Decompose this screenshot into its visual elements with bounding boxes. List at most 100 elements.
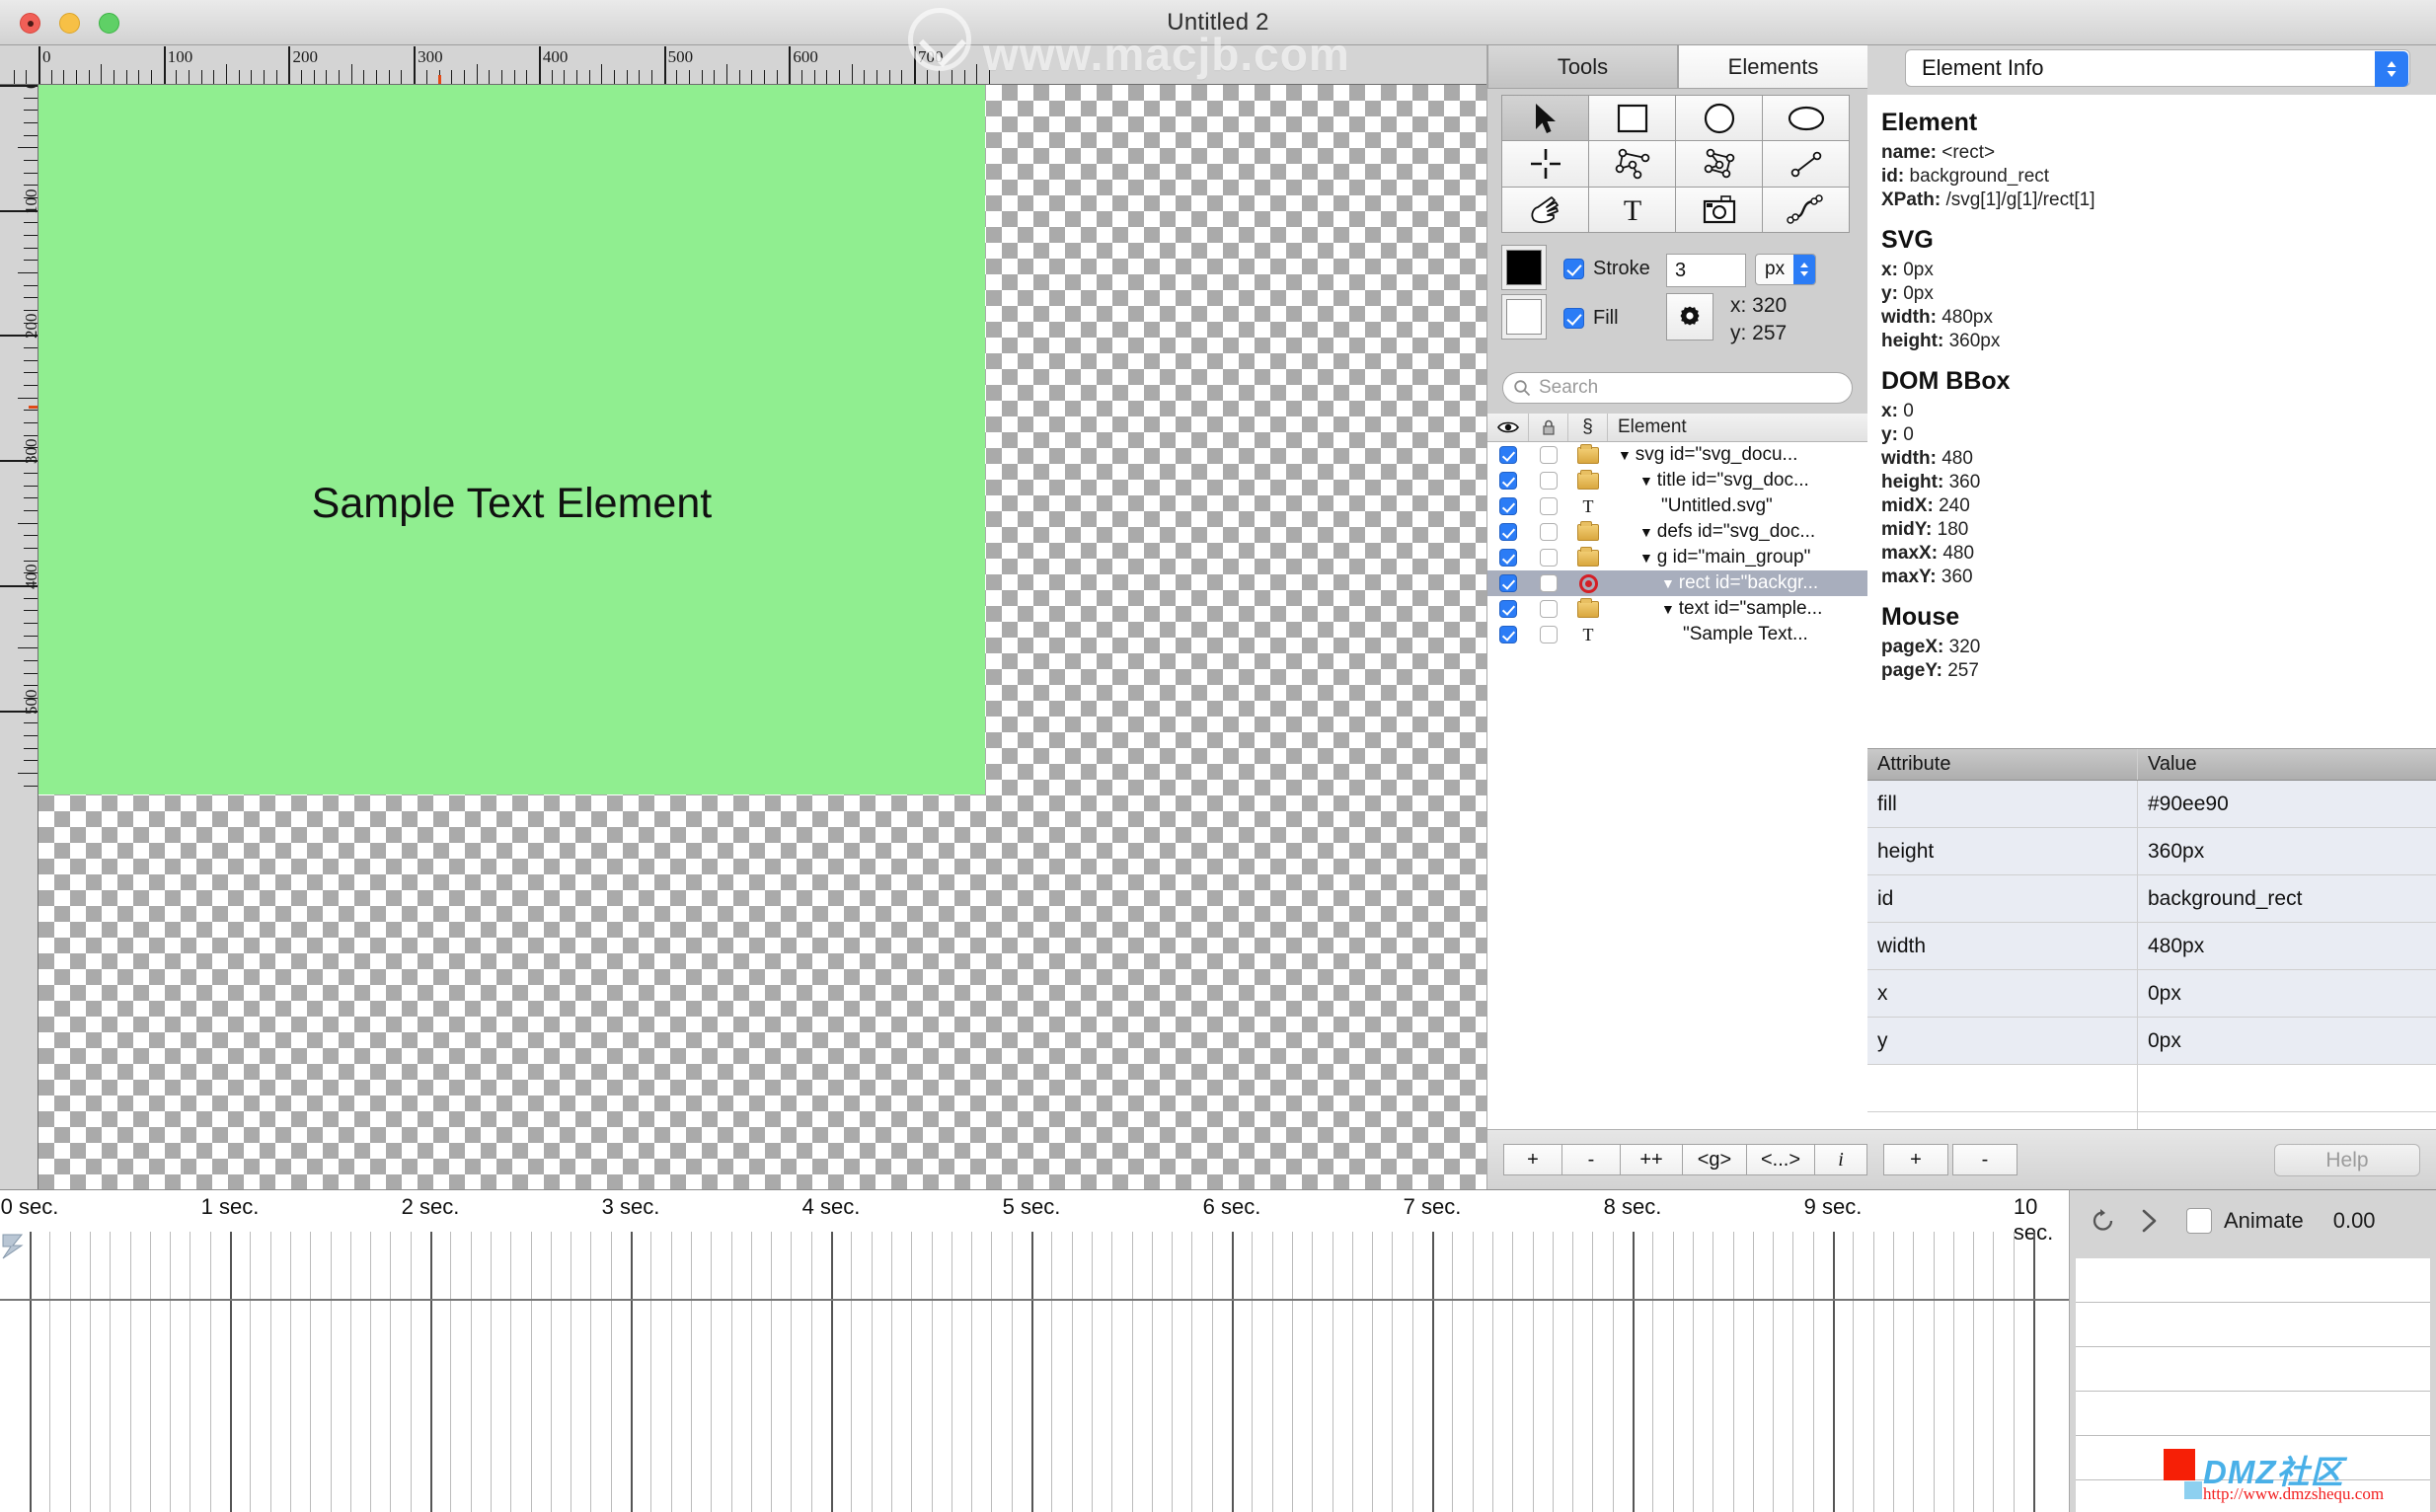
- table-row[interactable]: y 0px: [1867, 1018, 2436, 1065]
- duplicate-element-button[interactable]: ++: [1620, 1144, 1683, 1175]
- fill-checkbox[interactable]: [1563, 308, 1584, 329]
- curve-tool[interactable]: [1763, 187, 1849, 232]
- line-tool[interactable]: [1763, 141, 1849, 187]
- attribute-table[interactable]: Attribute Value fill #90ee90 height 360px id…: [1867, 748, 2436, 1129]
- lock-checkbox[interactable]: [1529, 545, 1568, 570]
- hand-tool[interactable]: [1502, 187, 1588, 232]
- polygon-tool[interactable]: [1676, 141, 1762, 187]
- polyline-tool[interactable]: [1589, 141, 1675, 187]
- timeline-gridline: [1452, 1232, 1454, 1512]
- circle-tool[interactable]: [1676, 96, 1762, 141]
- group-button[interactable]: <g>: [1682, 1144, 1747, 1175]
- table-row[interactable]: [1867, 1112, 2436, 1129]
- lock-checkbox[interactable]: [1529, 596, 1568, 622]
- tree-row[interactable]: T "Untitled.svg": [1487, 493, 1868, 519]
- visibility-checkbox[interactable]: [1487, 468, 1529, 493]
- settings-gear-button[interactable]: [1666, 293, 1713, 340]
- lock-checkbox[interactable]: [1529, 442, 1568, 468]
- help-button[interactable]: Help: [2274, 1144, 2420, 1176]
- tab-tools[interactable]: Tools: [1487, 45, 1678, 89]
- timeline-gridline: [1792, 1232, 1794, 1512]
- attribute-col-header: Attribute: [1867, 749, 2138, 780]
- table-row[interactable]: fill #90ee90: [1867, 781, 2436, 828]
- crosshair-tool[interactable]: [1502, 141, 1588, 187]
- info-button[interactable]: i: [1814, 1144, 1867, 1175]
- fill-color-swatch[interactable]: [1501, 294, 1547, 340]
- pointer-tool[interactable]: [1502, 96, 1588, 141]
- element-tree[interactable]: ▼ svg id="svg_docu... ▼ title id="svg_doc…: [1487, 442, 1868, 1129]
- tree-row[interactable]: ▼ title id="svg_doc...: [1487, 468, 1868, 493]
- animate-label: Animate: [2224, 1207, 2304, 1233]
- visibility-checkbox[interactable]: [1487, 570, 1529, 596]
- stroke-width-input[interactable]: 3: [1666, 254, 1746, 287]
- stepper-arrows-icon[interactable]: [1793, 255, 1815, 284]
- tree-row[interactable]: ▼ text id="sample...: [1487, 596, 1868, 622]
- stroke-checkbox[interactable]: [1563, 259, 1584, 279]
- background-rect-shape[interactable]: [38, 85, 985, 795]
- list-item[interactable]: [2076, 1347, 2430, 1392]
- list-item[interactable]: [2076, 1258, 2430, 1303]
- info-mode-select[interactable]: Element Info: [1905, 49, 2410, 87]
- lock-checkbox[interactable]: [1529, 519, 1568, 545]
- add-element-button[interactable]: +: [1503, 1144, 1562, 1175]
- list-item[interactable]: [2076, 1480, 2430, 1512]
- timeline[interactable]: 0 sec. 1 sec. 2 sec. 3 sec. 4 sec. 5 sec. 6 se…: [0, 1189, 2069, 1512]
- style-column-header: §: [1568, 414, 1608, 441]
- tree-row[interactable]: T "Sample Text...: [1487, 622, 1868, 647]
- eye-icon[interactable]: [1487, 414, 1529, 441]
- sample-text-shape[interactable]: Sample Text Element: [38, 480, 985, 528]
- select-arrows-icon[interactable]: [2375, 51, 2408, 87]
- info-mode-value: Element Info: [1922, 55, 2044, 80]
- visibility-checkbox[interactable]: [1487, 596, 1529, 622]
- timeline-ruler[interactable]: 0 sec. 1 sec. 2 sec. 3 sec. 4 sec. 5 sec. 6 se…: [0, 1190, 2069, 1245]
- table-row[interactable]: id background_rect: [1867, 875, 2436, 923]
- visibility-checkbox[interactable]: [1487, 519, 1529, 545]
- image-tool[interactable]: [1676, 187, 1762, 232]
- stroke-color-swatch[interactable]: [1501, 245, 1547, 290]
- horizontal-ruler[interactable]: 0 100 200 300 400 500 600 700: [0, 45, 1486, 85]
- ellipse-tool[interactable]: [1763, 96, 1849, 141]
- visibility-checkbox[interactable]: [1487, 545, 1529, 570]
- remove-element-button[interactable]: -: [1561, 1144, 1621, 1175]
- visibility-checkbox[interactable]: [1487, 493, 1529, 519]
- timeline-gridline: [1252, 1232, 1254, 1512]
- table-row[interactable]: x 0px: [1867, 970, 2436, 1018]
- list-item[interactable]: [2076, 1392, 2430, 1436]
- text-tool[interactable]: T: [1589, 187, 1675, 232]
- timeline-grid[interactable]: [0, 1232, 2069, 1512]
- tree-row[interactable]: ▼ g id="main_group": [1487, 545, 1868, 570]
- animation-list[interactable]: [2069, 1250, 2436, 1512]
- tree-row[interactable]: ▼ rect id="backgr...: [1487, 570, 1868, 596]
- visibility-checkbox[interactable]: [1487, 442, 1529, 468]
- rectangle-tool[interactable]: [1589, 96, 1675, 141]
- animate-checkbox[interactable]: [2186, 1207, 2212, 1234]
- info-button-bar: + - Help: [1867, 1129, 2436, 1189]
- lock-checkbox[interactable]: [1529, 570, 1568, 596]
- list-item[interactable]: [2076, 1436, 2430, 1480]
- stroke-unit-select[interactable]: px: [1755, 254, 1816, 285]
- playhead-handle[interactable]: [2, 1234, 24, 1259]
- lock-checkbox[interactable]: [1529, 493, 1568, 519]
- table-row[interactable]: height 360px: [1867, 828, 2436, 875]
- lock-icon[interactable]: [1529, 414, 1568, 441]
- tree-row[interactable]: ▼ svg id="svg_docu...: [1487, 442, 1868, 468]
- tab-elements[interactable]: Elements: [1678, 45, 1868, 89]
- lock-checkbox[interactable]: [1529, 622, 1568, 647]
- table-row[interactable]: [1867, 1065, 2436, 1112]
- drawing-canvas[interactable]: Sample Text Element: [38, 85, 1486, 1189]
- replay-icon[interactable]: [2090, 1207, 2117, 1235]
- table-row[interactable]: width 480px: [1867, 923, 2436, 970]
- tree-row[interactable]: ▼ defs id="svg_doc...: [1487, 519, 1868, 545]
- search-input[interactable]: Search: [1502, 372, 1853, 404]
- play-icon[interactable]: [2137, 1207, 2161, 1235]
- lock-checkbox[interactable]: [1529, 468, 1568, 493]
- timeline-gridline: [390, 1232, 392, 1512]
- vertical-ruler[interactable]: 0100200300400500: [0, 85, 38, 1189]
- visibility-checkbox[interactable]: [1487, 622, 1529, 647]
- add-attribute-button[interactable]: +: [1883, 1144, 1948, 1175]
- timeline-gridline: [650, 1232, 652, 1512]
- timeline-gridline: [1993, 1232, 1995, 1512]
- raw-xml-button[interactable]: <...>: [1746, 1144, 1815, 1175]
- remove-attribute-button[interactable]: -: [1952, 1144, 2017, 1175]
- list-item[interactable]: [2076, 1303, 2430, 1347]
